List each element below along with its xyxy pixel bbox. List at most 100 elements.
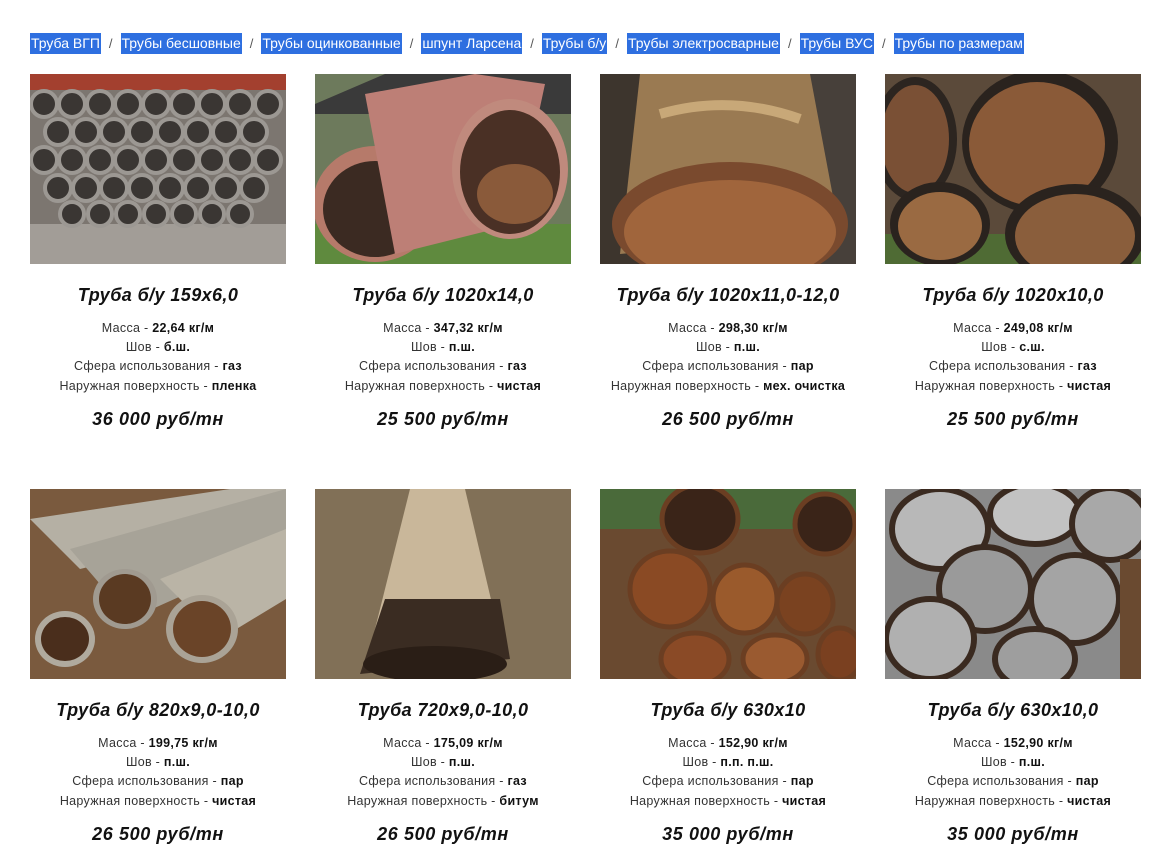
spec-seam: Шов - с.ш. <box>885 338 1141 357</box>
product-photo[interactable] <box>600 489 856 679</box>
spec-value: чистая <box>497 378 542 393</box>
spec-value: чистая <box>1067 793 1112 808</box>
spec-value: пар <box>220 774 244 789</box>
product-photo[interactable] <box>885 74 1141 264</box>
product-price: 25 500 руб/тн <box>947 408 1079 429</box>
spec-value: п.ш. <box>163 755 191 770</box>
breadcrumb-electric-welded[interactable]: Трубы электросварные <box>626 32 780 54</box>
product-card[interactable]: Труба б/у 1020x14,0 Масса - 347,32 кг/м … <box>315 74 571 431</box>
product-card[interactable]: Труба б/у 630x10 Масса - 152,90 кг/м Шов… <box>600 489 856 846</box>
product-photo[interactable] <box>315 74 571 264</box>
product-title[interactable]: Труба б/у 820x9,0-10,0 <box>30 698 286 722</box>
spec-mass: Масса - 152,90 кг/м <box>600 734 856 753</box>
breadcrumb-by-size[interactable]: Трубы по размерам <box>893 32 1024 54</box>
spec-label: Масса - <box>383 321 434 335</box>
product-title[interactable]: Труба б/у 630x10 <box>600 698 856 722</box>
spec-value: чистая <box>212 793 257 808</box>
spec-value: пар <box>1075 774 1099 789</box>
spec-label: Наружная поверхность - <box>629 793 783 808</box>
breadcrumb-separator: / <box>881 35 886 51</box>
spec-value: 298,30 кг/м <box>718 321 788 335</box>
spec-label: Шов - <box>695 340 734 355</box>
spec-value: газ <box>507 774 527 789</box>
spec-label: Шов - <box>410 340 449 355</box>
spec-label: Наружная поверхность - <box>914 793 1068 808</box>
spec-seam: Шов - п.ш. <box>600 338 856 357</box>
spec-label: Масса - <box>668 736 719 750</box>
spec-label: Сфера использования - <box>642 359 791 374</box>
bitumen-pipe-photo-icon <box>315 489 571 679</box>
spec-surface: Наружная поверхность - чистая <box>600 792 856 811</box>
product-photo[interactable] <box>30 74 286 264</box>
product-card[interactable]: Труба б/у 159x6,0 Масса - 22,64 кг/м Шов… <box>30 74 286 431</box>
breadcrumb-galvanized[interactable]: Трубы оцинкованные <box>261 32 402 54</box>
spec-value: газ <box>1077 359 1097 374</box>
spec-label: Наружная поверхность - <box>610 378 764 393</box>
product-title[interactable]: Труба 720x9,0-10,0 <box>315 698 571 722</box>
spec-label: Масса - <box>101 321 153 335</box>
product-title[interactable]: Труба б/у 1020x11,0-12,0 <box>600 283 856 307</box>
spec-value: б.ш. <box>163 340 191 355</box>
breadcrumb-vgp[interactable]: Труба ВГП <box>30 32 101 54</box>
product-specs: Масса - 152,90 кг/м Шов - п.ш. Сфера исп… <box>885 734 1141 811</box>
breadcrumb-seamless[interactable]: Трубы бесшовные <box>120 32 242 54</box>
product-title[interactable]: Труба б/у 630x10,0 <box>885 698 1141 722</box>
spec-seam: Шов - п.ш. <box>885 753 1141 772</box>
pipe-bundle-photo-icon <box>30 74 286 264</box>
spec-value: 347,32 кг/м <box>433 321 503 335</box>
product-specs: Масса - 152,90 кг/м Шов - п.п. п.ш. Сфер… <box>600 734 856 811</box>
spec-label: Сфера использования - <box>929 359 1078 374</box>
product-card[interactable]: Труба б/у 630x10,0 Масса - 152,90 кг/м Ш… <box>885 489 1141 846</box>
product-price: 26 500 руб/тн <box>92 823 224 844</box>
spec-label: Масса - <box>668 321 719 335</box>
breadcrumb-separator: / <box>409 35 414 51</box>
product-card[interactable]: Труба б/у 820x9,0-10,0 Масса - 199,75 кг… <box>30 489 286 846</box>
product-specs: Масса - 175,09 кг/м Шов - п.ш. Сфера исп… <box>315 734 571 811</box>
product-card[interactable]: Труба б/у 1020x11,0-12,0 Масса - 298,30 … <box>600 74 856 431</box>
product-title[interactable]: Труба б/у 159x6,0 <box>30 283 286 307</box>
product-title[interactable]: Труба б/у 1020x10,0 <box>885 283 1141 307</box>
spec-value: 175,09 кг/м <box>433 736 503 750</box>
spec-value: битум <box>499 793 539 808</box>
product-photo[interactable] <box>30 489 286 679</box>
spec-label: Наружная поверхность - <box>347 793 500 808</box>
spec-value: 152,90 кг/м <box>718 736 788 750</box>
spec-label: Масса - <box>953 321 1004 335</box>
product-photo[interactable] <box>315 489 571 679</box>
product-title[interactable]: Труба б/у 1020x14,0 <box>315 283 571 307</box>
product-photo[interactable] <box>885 489 1141 679</box>
spec-label: Масса - <box>953 736 1004 750</box>
spec-mass: Масса - 175,09 кг/м <box>315 734 571 753</box>
spec-surface: Наружная поверхность - чистая <box>315 377 571 396</box>
spec-value: 22,64 кг/м <box>152 321 215 335</box>
spec-value: п.ш. <box>1018 755 1046 770</box>
product-specs: Масса - 22,64 кг/м Шов - б.ш. Сфера испо… <box>30 319 286 396</box>
spec-value: пар <box>790 359 814 374</box>
spec-mass: Масса - 347,32 кг/м <box>315 319 571 338</box>
large-pipe-photo-icon <box>600 74 856 264</box>
spec-label: Шов - <box>682 755 721 770</box>
spec-value: пленка <box>211 378 257 393</box>
breadcrumb-used[interactable]: Трубы б/у <box>541 32 608 54</box>
spec-surface: Наружная поверхность - чистая <box>885 377 1141 396</box>
product-specs: Масса - 347,32 кг/м Шов - п.ш. Сфера исп… <box>315 319 571 396</box>
spec-seam: Шов - п.ш. <box>315 753 571 772</box>
breadcrumb-vus[interactable]: Трубы ВУС <box>799 32 874 54</box>
product-price: 25 500 руб/тн <box>377 408 509 429</box>
breadcrumb: Труба ВГП / Трубы бесшовные / Трубы оцин… <box>30 32 1024 54</box>
spec-label: Масса - <box>98 736 149 750</box>
breadcrumb-separator: / <box>530 35 534 51</box>
spec-seam: Шов - п.ш. <box>315 338 571 357</box>
spec-label: Масса - <box>383 736 434 750</box>
spec-label: Шов - <box>981 340 1020 355</box>
spec-usage: Сфера использования - газ <box>885 357 1141 376</box>
product-photo[interactable] <box>600 74 856 264</box>
product-card[interactable]: Труба б/у 1020x10,0 Масса - 249,08 кг/м … <box>885 74 1141 431</box>
product-specs: Масса - 249,08 кг/м Шов - с.ш. Сфера исп… <box>885 319 1141 396</box>
large-pipe-photo-icon <box>315 74 571 264</box>
spec-value: газ <box>222 359 242 374</box>
breadcrumb-larsen[interactable]: шпунт Ларсена <box>421 32 523 54</box>
spec-value: п.ш. <box>448 755 476 770</box>
product-card[interactable]: Труба 720x9,0-10,0 Масса - 175,09 кг/м Ш… <box>315 489 571 846</box>
spec-label: Наружная поверхность - <box>59 378 212 393</box>
